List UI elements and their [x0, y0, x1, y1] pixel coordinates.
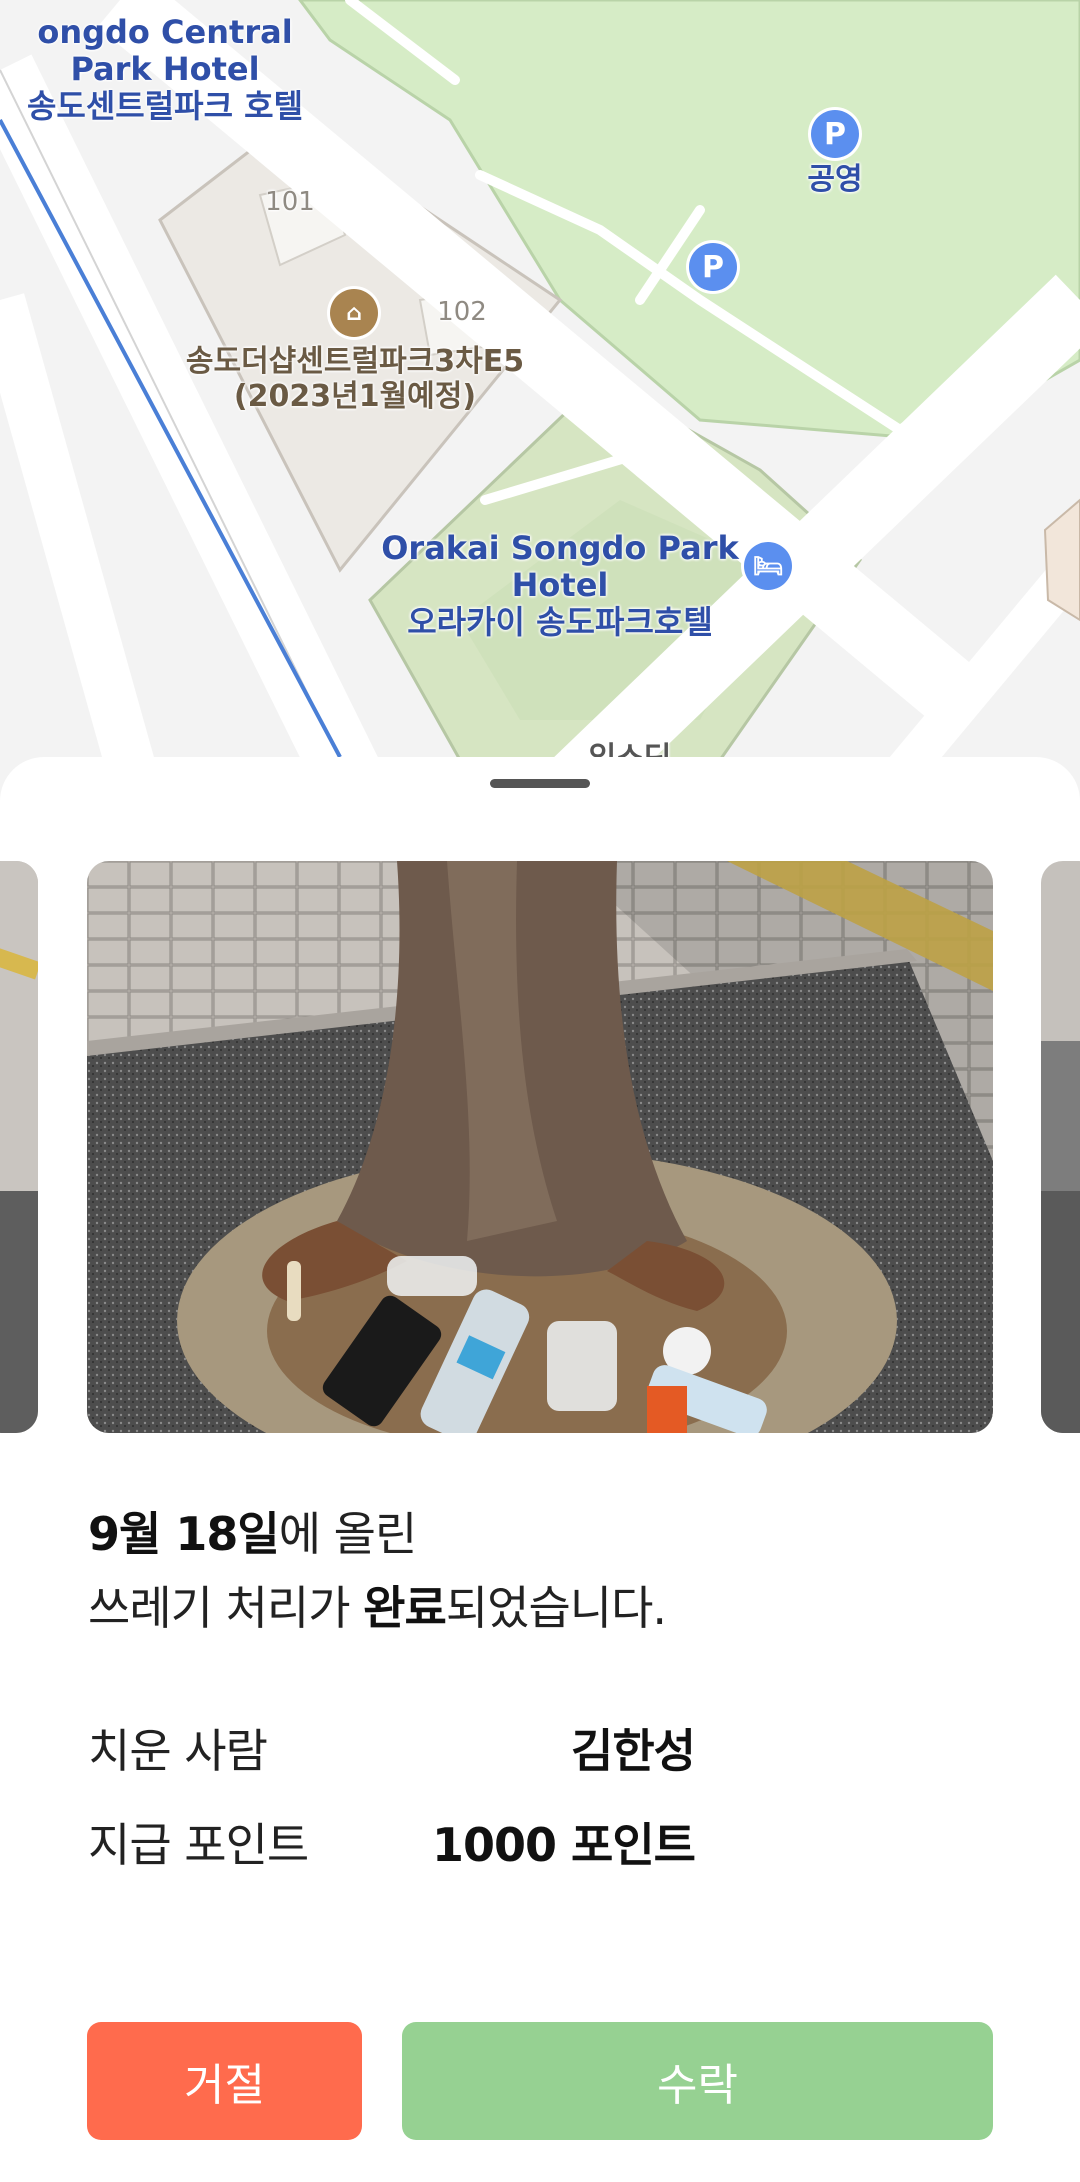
parking-icon[interactable]: P	[689, 243, 737, 291]
map-label-hotel-en: ongdo Central Park Hotel	[37, 13, 293, 88]
parking-icon[interactable]: P	[811, 110, 859, 158]
map-label-hotel-ko: 송도센트럴파크 호텔	[26, 86, 304, 125]
points-label: 지급 포인트	[88, 1818, 309, 1872]
map-label-orakai-en: Orakai Songdo Park Hotel	[381, 529, 739, 604]
points-value: 1000 포인트	[431, 1818, 696, 1872]
map-label-orakai-ko: 오라카이 송도파크호텔	[407, 602, 713, 641]
message-line2-prefix: 쓰레기 처리가	[88, 1581, 364, 1635]
map-label-parking: 공영	[807, 162, 863, 197]
carousel-prev-photo[interactable]	[0, 861, 38, 1433]
upload-date: 9월 18일	[88, 1507, 280, 1561]
message-line1-rest: 에 올린	[278, 1507, 418, 1561]
completion-message: 9월 18일에 올린 쓰레기 처리가 완료되었습니다.	[88, 1497, 667, 1645]
trash-photo-image	[87, 861, 993, 1433]
building-icon[interactable]: ⌂	[330, 289, 378, 337]
map-label-complex-note: (2023년1월예정)	[233, 378, 477, 414]
carousel-next-photo[interactable]	[1041, 861, 1080, 1433]
accept-button[interactable]: 수락	[402, 2022, 993, 2140]
cleaner-name: 김한성	[571, 1724, 696, 1778]
map-label-building-101: 101	[265, 187, 315, 217]
map-label-building-102: 102	[437, 297, 487, 327]
bottom-sheet: 9월 18일에 올린 쓰레기 처리가 완료되었습니다. 치운 사람 김한성 지급…	[0, 757, 1080, 2182]
message-status: 완료	[363, 1581, 447, 1635]
cleaner-label: 치운 사람	[88, 1724, 268, 1778]
reject-button[interactable]: 거절	[87, 2022, 362, 2140]
sheet-drag-handle[interactable]	[490, 779, 590, 788]
map-label-complex: 송도더샵센트럴파크3차E5	[185, 344, 525, 379]
message-line2-suffix: 되었습니다.	[445, 1581, 667, 1635]
hotel-bed-icon[interactable]: 🛏	[744, 542, 792, 590]
map-view[interactable]: ongdo Central Park Hotel 송도센트럴파크 호텔 P 공영…	[0, 0, 1080, 800]
trash-photo[interactable]	[87, 861, 993, 1433]
